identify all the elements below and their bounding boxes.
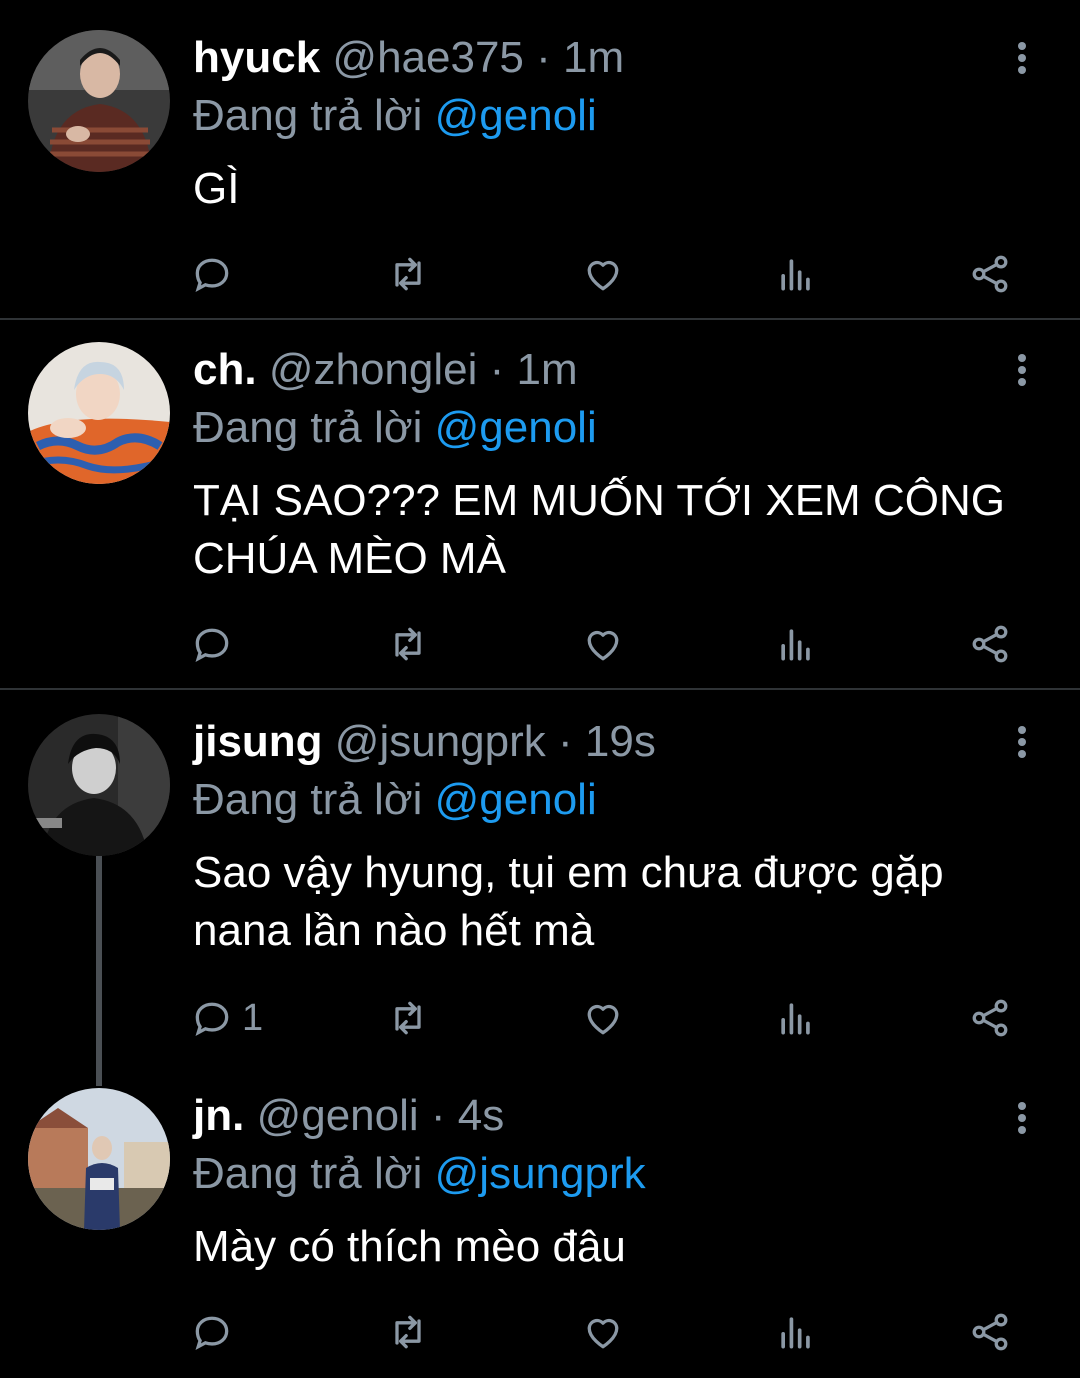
more-vertical-icon[interactable]	[1010, 42, 1034, 82]
timestamp[interactable]: 19s	[585, 717, 656, 766]
reply-count: 1	[242, 996, 264, 1039]
tweet[interactable]: hyuck @hae375 · 1m Đang trả lời @genoli …	[0, 0, 1080, 318]
share-icon	[972, 999, 1008, 1037]
tweet-actions: 1	[190, 994, 1030, 1042]
separator: ·	[536, 33, 551, 82]
tweet-text: TẠI SAO??? EM MUỐN TỚI XEM CÔNG CHÚA MÈO…	[193, 476, 1005, 583]
share-button[interactable]	[968, 250, 1012, 298]
avatar[interactable]	[28, 342, 170, 484]
heart-icon	[587, 630, 619, 661]
replying-to-label: Đang trả lời	[193, 1149, 423, 1198]
retweet-icon	[395, 1315, 421, 1349]
retweet-button[interactable]	[386, 1308, 430, 1356]
retweet-button[interactable]	[386, 994, 430, 1042]
separator: ·	[430, 1091, 446, 1140]
avatar-photo	[28, 342, 170, 484]
share-button[interactable]	[968, 620, 1012, 668]
reply-button[interactable]: 1	[190, 994, 263, 1042]
avatar-photo	[28, 30, 170, 172]
share-button[interactable]	[968, 1308, 1012, 1356]
reply-button[interactable]	[190, 250, 242, 298]
avatar[interactable]	[28, 30, 170, 172]
display-name[interactable]: jn.	[193, 1091, 244, 1140]
share-icon	[972, 625, 1008, 663]
display-name[interactable]: hyuck	[193, 33, 320, 82]
mention-link[interactable]: @genoli	[435, 403, 597, 452]
mention-link[interactable]: @genoli	[435, 775, 597, 824]
replying-to: Đang trả lời @genoli	[193, 770, 597, 830]
reply-icon	[195, 628, 229, 663]
tweet-actions	[190, 620, 1030, 668]
timestamp[interactable]: 4s	[458, 1091, 504, 1140]
mention-link[interactable]: @jsungprk	[435, 1149, 646, 1198]
avatar-photo	[28, 714, 170, 856]
replying-to: Đang trả lời @jsungprk	[193, 1144, 646, 1204]
heart-icon	[587, 1318, 619, 1349]
analytics-icon	[781, 259, 810, 291]
more-vertical-icon[interactable]	[1010, 726, 1034, 766]
tweet[interactable]: ch. @zhonglei · 1m Đang trả lời @genoli …	[0, 320, 1080, 688]
timestamp[interactable]: 1m	[517, 345, 578, 394]
timestamp[interactable]: 1m	[563, 33, 624, 82]
heart-icon	[587, 260, 619, 291]
user-handle[interactable]: @hae375	[332, 33, 524, 82]
display-name[interactable]: ch.	[193, 345, 257, 394]
tweet-text: GÌ	[193, 164, 240, 213]
reply-button[interactable]	[190, 620, 242, 668]
user-handle[interactable]: @jsungprk	[335, 717, 546, 766]
user-handle[interactable]: @zhonglei	[269, 345, 478, 394]
analytics-icon	[781, 1003, 810, 1035]
display-name[interactable]: jisung	[193, 717, 323, 766]
replying-to-label: Đang trả lời	[193, 91, 423, 140]
retweet-icon	[395, 627, 421, 661]
analytics-button[interactable]	[774, 1308, 818, 1356]
tweet[interactable]: jisung @jsungprk · 19s Đang trả lời @gen…	[0, 690, 1080, 1070]
analytics-button[interactable]	[774, 250, 818, 298]
share-icon	[972, 1313, 1008, 1351]
tweet-header: jn. @genoli · 4s	[193, 1086, 504, 1146]
like-button[interactable]	[581, 620, 625, 668]
tweet-header: ch. @zhonglei · 1m	[193, 340, 578, 400]
tweet-actions	[190, 250, 1030, 298]
analytics-icon	[781, 629, 810, 661]
retweet-icon	[395, 257, 421, 291]
like-button[interactable]	[581, 250, 625, 298]
reply-icon	[195, 258, 229, 293]
tweet-text: Sao vậy hyung, tụi em chưa được gặp nana…	[193, 848, 944, 955]
avatar-photo	[28, 1088, 170, 1230]
tweet[interactable]: jn. @genoli · 4s Đang trả lời @jsungprk …	[0, 1070, 1080, 1378]
tweet-header: hyuck @hae375 · 1m	[193, 28, 624, 88]
replying-to: Đang trả lời @genoli	[193, 86, 597, 146]
reply-icon	[195, 1316, 229, 1351]
avatar[interactable]	[28, 1088, 170, 1230]
avatar[interactable]	[28, 714, 170, 856]
analytics-icon	[781, 1317, 810, 1349]
analytics-button[interactable]	[774, 994, 818, 1042]
heart-icon	[587, 1004, 619, 1035]
analytics-button[interactable]	[774, 620, 818, 668]
replying-to: Đang trả lời @genoli	[193, 398, 597, 458]
replying-to-label: Đang trả lời	[193, 775, 423, 824]
tweet-text: Mày có thích mèo đâu	[193, 1222, 626, 1271]
like-button[interactable]	[581, 994, 625, 1042]
retweet-icon	[395, 1001, 421, 1035]
more-vertical-icon[interactable]	[1010, 1102, 1034, 1142]
separator: ·	[558, 717, 573, 766]
mention-link[interactable]: @genoli	[435, 91, 597, 140]
share-button[interactable]	[968, 994, 1012, 1042]
like-button[interactable]	[581, 1308, 625, 1356]
reply-icon	[195, 1002, 229, 1037]
tweet-actions	[190, 1308, 1030, 1356]
share-icon	[972, 255, 1008, 293]
retweet-button[interactable]	[386, 250, 430, 298]
tweet-header: jisung @jsungprk · 19s	[193, 712, 656, 772]
retweet-button[interactable]	[386, 620, 430, 668]
user-handle[interactable]: @genoli	[257, 1091, 419, 1140]
separator: ·	[489, 345, 505, 394]
more-vertical-icon[interactable]	[1010, 354, 1034, 394]
replying-to-label: Đang trả lời	[193, 403, 423, 452]
reply-button[interactable]	[190, 1308, 242, 1356]
